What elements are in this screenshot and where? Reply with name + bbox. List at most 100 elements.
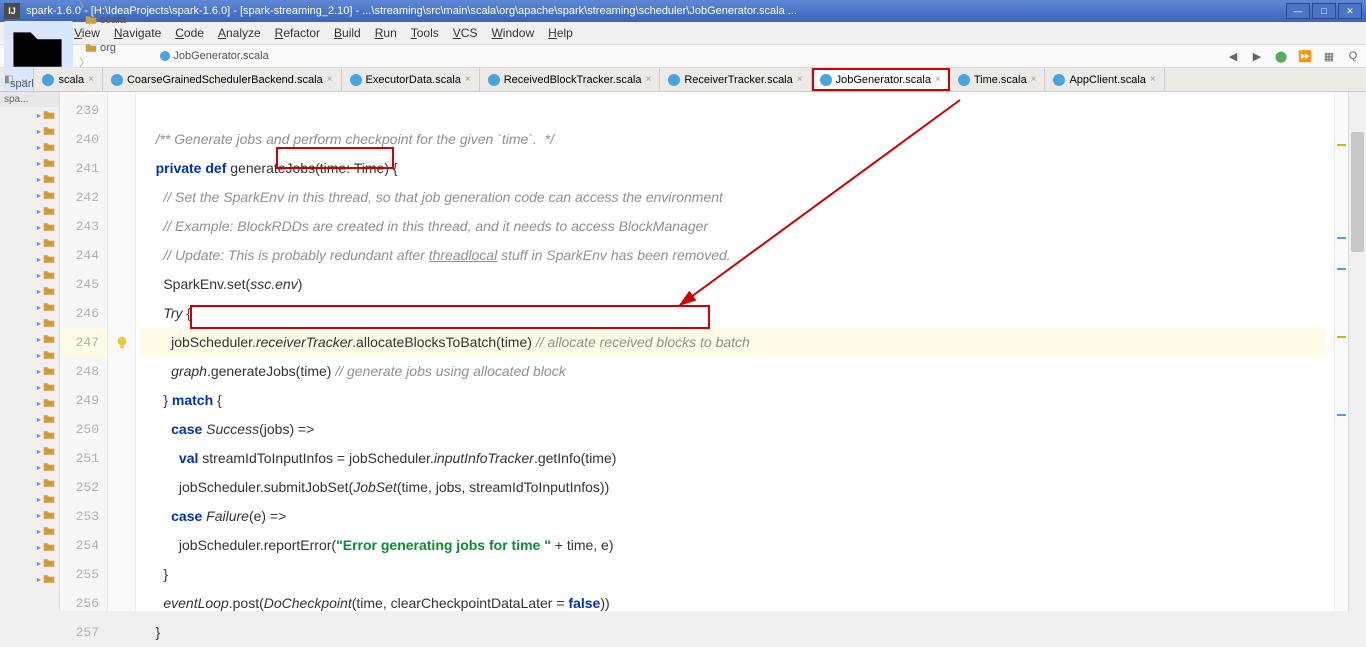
tree-expand-icon[interactable]: ▸ xyxy=(37,575,41,584)
tab-scala[interactable]: scala× xyxy=(34,68,103,91)
code-line[interactable]: eventLoop.post(DoCheckpoint(time, clearC… xyxy=(140,589,1326,618)
tab-close-icon[interactable]: × xyxy=(797,74,803,85)
tree-expand-icon[interactable]: ▸ xyxy=(37,559,41,568)
project-tree-row[interactable]: ▸ xyxy=(0,331,59,347)
tab-executordata-scala[interactable]: ExecutorData.scala× xyxy=(342,68,480,91)
tab-close-icon[interactable]: × xyxy=(1150,74,1156,85)
code-line[interactable]: // Example: BlockRDDs are created in thi… xyxy=(140,212,1326,241)
tree-expand-icon[interactable]: ▸ xyxy=(37,319,41,328)
project-tree-row[interactable]: ▸ xyxy=(0,379,59,395)
tab-jobgenerator-scala[interactable]: JobGenerator.scala× xyxy=(812,68,950,91)
project-tree-row[interactable]: ▸ xyxy=(0,155,59,171)
tree-expand-icon[interactable]: ▸ xyxy=(37,255,41,264)
tree-expand-icon[interactable]: ▸ xyxy=(37,527,41,536)
code-line[interactable]: jobScheduler.receiverTracker.allocateBlo… xyxy=(140,328,1326,357)
project-tree-row[interactable]: ▸ xyxy=(0,251,59,267)
project-tree-row[interactable]: ▸ xyxy=(0,427,59,443)
project-tree-row[interactable]: ▸ xyxy=(0,555,59,571)
project-tree-row[interactable]: ▸ xyxy=(0,459,59,475)
menu-tools[interactable]: Tools xyxy=(411,26,439,40)
project-tree-row[interactable]: ▸ xyxy=(0,491,59,507)
project-tree-row[interactable]: ▸ xyxy=(0,523,59,539)
code-line[interactable] xyxy=(140,96,1326,125)
code-editor[interactable]: 2392402412422432442452462472482492502512… xyxy=(60,92,1366,611)
project-tree-row[interactable]: ▸ xyxy=(0,507,59,523)
code-line[interactable]: case Success(jobs) => xyxy=(140,415,1326,444)
tree-expand-icon[interactable]: ▸ xyxy=(37,383,41,392)
project-tree-row[interactable]: ▸ xyxy=(0,267,59,283)
breadcrumb-seg-org[interactable]: org xyxy=(79,42,154,54)
tree-expand-icon[interactable]: ▸ xyxy=(37,207,41,216)
code-line[interactable]: SparkEnv.set(ssc.env) xyxy=(140,270,1326,299)
breadcrumb-seg-scala[interactable]: scala xyxy=(79,14,154,26)
tab-close-icon[interactable]: × xyxy=(88,74,94,85)
project-tree-row[interactable]: ▸ xyxy=(0,171,59,187)
menu-analyze[interactable]: Analyze xyxy=(218,26,261,40)
project-tree-row[interactable]: ▸ xyxy=(0,315,59,331)
tree-expand-icon[interactable]: ▸ xyxy=(37,335,41,344)
project-tree-row[interactable]: ▸ xyxy=(0,347,59,363)
menu-help[interactable]: Help xyxy=(548,26,573,40)
breadcrumb-file[interactable]: JobGenerator.scala xyxy=(154,50,274,62)
code-line[interactable]: val streamIdToInputInfos = jobScheduler.… xyxy=(140,444,1326,473)
tab-coarsegrainedschedulerbackend-scala[interactable]: CoarseGrainedSchedulerBackend.scala× xyxy=(103,68,342,91)
menu-run[interactable]: Run xyxy=(375,26,397,40)
project-tree-row[interactable]: ▸ xyxy=(0,219,59,235)
project-tree-row[interactable]: ▸ xyxy=(0,283,59,299)
tree-expand-icon[interactable]: ▸ xyxy=(37,111,41,120)
project-tree-row[interactable]: ▸ xyxy=(0,571,59,587)
code-line[interactable]: } match { xyxy=(140,386,1326,415)
tab-close-icon[interactable]: × xyxy=(327,74,333,85)
menu-build[interactable]: Build xyxy=(334,26,361,40)
tab-appclient-scala[interactable]: AppClient.scala× xyxy=(1045,68,1164,91)
tree-expand-icon[interactable]: ▸ xyxy=(37,447,41,456)
tree-expand-icon[interactable]: ▸ xyxy=(37,431,41,440)
code-line[interactable]: jobScheduler.reportError("Error generati… xyxy=(140,531,1326,560)
scrollbar-thumb[interactable] xyxy=(1351,132,1364,252)
project-tree-row[interactable]: ▸ xyxy=(0,475,59,491)
project-tree-row[interactable]: ▸ xyxy=(0,123,59,139)
code-area[interactable]: /** Generate jobs and perform checkpoint… xyxy=(136,92,1334,611)
tree-expand-icon[interactable]: ▸ xyxy=(37,191,41,200)
tree-expand-icon[interactable]: ▸ xyxy=(37,415,41,424)
project-tree-row[interactable]: ▸ xyxy=(0,107,59,123)
code-line[interactable]: private def generateJobs(time: Time) { xyxy=(140,154,1326,183)
tree-expand-icon[interactable]: ▸ xyxy=(37,127,41,136)
tab-receivertracker-scala[interactable]: ReceiverTracker.scala× xyxy=(660,68,811,91)
project-tree-row[interactable]: ▸ xyxy=(0,203,59,219)
menu-code[interactable]: Code xyxy=(175,26,204,40)
tree-expand-icon[interactable]: ▸ xyxy=(37,463,41,472)
code-line[interactable]: jobScheduler.submitJobSet(JobSet(time, j… xyxy=(140,473,1326,502)
tree-expand-icon[interactable]: ▸ xyxy=(37,495,41,504)
tab-close-icon[interactable]: × xyxy=(935,74,941,85)
tree-expand-icon[interactable]: ▸ xyxy=(37,351,41,360)
tab-close-icon[interactable]: × xyxy=(465,74,471,85)
tab-close-icon[interactable]: × xyxy=(646,74,652,85)
search-icon[interactable]: Q xyxy=(1344,47,1362,65)
tree-expand-icon[interactable]: ▸ xyxy=(37,511,41,520)
project-tree-row[interactable]: ▸ xyxy=(0,299,59,315)
code-line[interactable]: graph.generateJobs(time) // generate job… xyxy=(140,357,1326,386)
debug-icon[interactable]: ⬤ xyxy=(1272,47,1290,65)
code-line[interactable]: case Failure(e) => xyxy=(140,502,1326,531)
code-line[interactable]: // Update: This is probably redundant af… xyxy=(140,241,1326,270)
project-tree-row[interactable]: ▸ xyxy=(0,539,59,555)
code-line[interactable]: /** Generate jobs and perform checkpoint… xyxy=(140,125,1326,154)
maximize-button[interactable]: □ xyxy=(1312,3,1336,19)
project-tree-row[interactable]: ▸ xyxy=(0,411,59,427)
tree-expand-icon[interactable]: ▸ xyxy=(37,239,41,248)
menu-window[interactable]: Window xyxy=(491,26,534,40)
project-tree-row[interactable]: ▸ xyxy=(0,139,59,155)
project-tree-row[interactable]: ▸ xyxy=(0,363,59,379)
project-tree-row[interactable]: ▸ xyxy=(0,443,59,459)
code-line[interactable]: // Set the SparkEnv in this thread, so t… xyxy=(140,183,1326,212)
project-tree-row[interactable]: ▸ xyxy=(0,187,59,203)
step-icon[interactable]: ⏩ xyxy=(1296,47,1314,65)
close-button[interactable]: ✕ xyxy=(1338,3,1362,19)
tree-expand-icon[interactable]: ▸ xyxy=(37,399,41,408)
tree-expand-icon[interactable]: ▸ xyxy=(37,303,41,312)
expand-icon[interactable]: ↔ xyxy=(19,74,29,85)
lightbulb-icon[interactable] xyxy=(115,336,129,350)
project-tree-row[interactable]: ▸ xyxy=(0,395,59,411)
minimize-button[interactable]: — xyxy=(1286,3,1310,19)
